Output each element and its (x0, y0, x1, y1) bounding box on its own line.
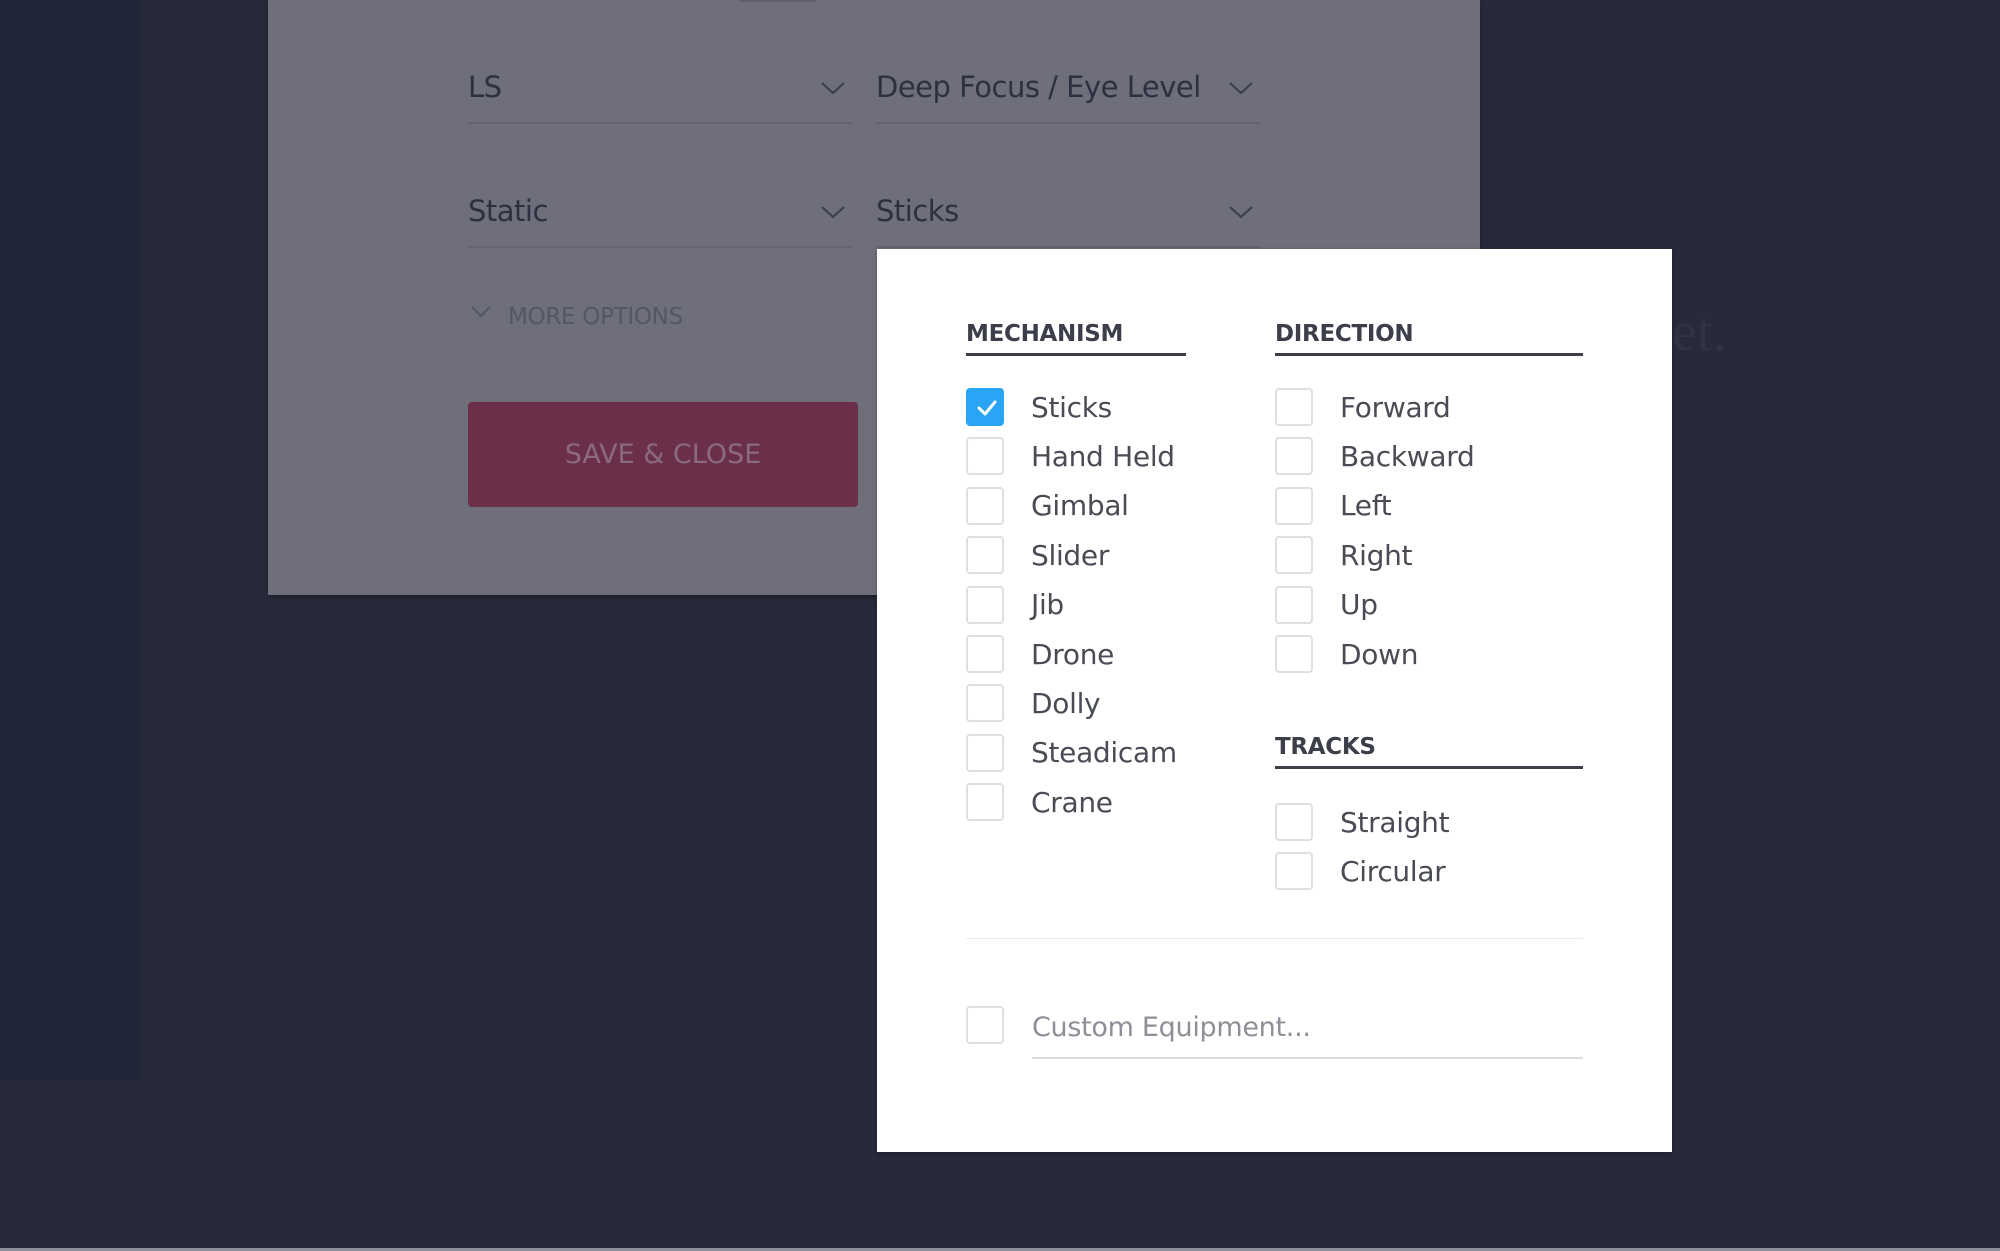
chevron-down-icon (821, 82, 845, 95)
direction-option-left[interactable]: Left (1275, 486, 1392, 526)
option-label: Slider (1031, 538, 1110, 572)
checkbox[interactable] (966, 388, 1004, 426)
checkbox[interactable] (1275, 852, 1313, 891)
checkbox[interactable] (1275, 536, 1313, 575)
checkbox[interactable] (966, 635, 1004, 673)
more-options-toggle[interactable]: MORE OPTIONS (470, 300, 683, 334)
option-label: Steadicam (1031, 736, 1177, 770)
tracks-heading: TRACKS (1275, 734, 1583, 769)
checkbox[interactable] (1275, 486, 1313, 525)
shot-size-value: LS (468, 70, 502, 104)
card-tab-indicator (740, 0, 816, 2)
direction-option-down[interactable]: Down (1275, 634, 1418, 674)
movement-select[interactable]: Static (468, 194, 852, 248)
checkbox[interactable] (1275, 635, 1313, 673)
focus-angle-select[interactable]: Deep Focus / Eye Level (876, 70, 1260, 124)
checkbox[interactable] (1275, 437, 1313, 476)
chevron-down-icon (821, 206, 845, 219)
option-label: Straight (1340, 805, 1450, 839)
option-label: Sticks (1031, 390, 1112, 424)
mechanism-option-sticks[interactable]: Sticks (966, 387, 1112, 427)
tracks-option-circular[interactable]: Circular (1275, 851, 1446, 891)
direction-option-right[interactable]: Right (1275, 535, 1413, 575)
mechanism-option-steadicam[interactable]: Steadicam (966, 733, 1177, 773)
sidebar (0, 0, 140, 1080)
option-label: Forward (1340, 390, 1451, 424)
option-label: Up (1340, 588, 1378, 622)
checkmark-icon (977, 400, 997, 416)
focus-angle-value: Deep Focus / Eye Level (876, 70, 1201, 104)
checkbox[interactable] (966, 486, 1004, 525)
option-label: Down (1340, 637, 1419, 671)
mechanism-option-dolly[interactable]: Dolly (966, 683, 1101, 723)
checkbox[interactable] (966, 684, 1004, 723)
background-text: et. (1672, 301, 1727, 363)
mechanism-option-crane[interactable]: Crane (966, 782, 1113, 822)
divider (966, 938, 1583, 939)
mechanism-option-gimbal[interactable]: Gimbal (966, 486, 1129, 526)
equipment-value: Sticks (876, 194, 959, 228)
equipment-popup: MECHANISM DIRECTION TRACKS Sticks Hand He… (877, 249, 1672, 1152)
mechanism-option-slider[interactable]: Slider (966, 535, 1109, 575)
mechanism-heading: MECHANISM (966, 321, 1186, 356)
mechanism-option-jib[interactable]: Jib (966, 585, 1064, 625)
option-label: Circular (1340, 854, 1446, 888)
mechanism-option-hand-held[interactable]: Hand Held (966, 436, 1175, 476)
equipment-select[interactable]: Sticks (876, 194, 1260, 248)
option-label: Drone (1031, 637, 1115, 671)
direction-option-up[interactable]: Up (1275, 585, 1378, 625)
custom-equipment-input[interactable] (1032, 997, 1583, 1059)
checkbox[interactable] (1275, 388, 1313, 426)
shot-size-select[interactable]: LS (468, 70, 852, 124)
checkbox[interactable] (966, 536, 1004, 575)
checkbox[interactable] (966, 783, 1004, 822)
direction-option-forward[interactable]: Forward (1275, 387, 1451, 427)
option-label: Right (1340, 538, 1413, 572)
option-label: Gimbal (1031, 489, 1129, 523)
option-label: Left (1340, 489, 1392, 523)
direction-option-backward[interactable]: Backward (1275, 436, 1475, 476)
direction-heading: DIRECTION (1275, 321, 1583, 356)
save-and-close-button[interactable]: SAVE & CLOSE (468, 402, 858, 507)
option-label: Crane (1031, 785, 1113, 819)
mechanism-option-drone[interactable]: Drone (966, 634, 1114, 674)
checkbox[interactable] (966, 733, 1004, 772)
more-options-label: MORE OPTIONS (508, 304, 683, 330)
option-label: Backward (1340, 439, 1475, 473)
movement-value: Static (468, 194, 548, 228)
tracks-option-straight[interactable]: Straight (1275, 802, 1450, 842)
chevron-down-icon (1229, 82, 1253, 95)
checkbox[interactable] (966, 437, 1004, 476)
chevron-down-icon (471, 306, 491, 318)
option-label: Hand Held (1031, 439, 1175, 473)
chevron-down-icon (1229, 206, 1253, 219)
checkbox[interactable] (1275, 585, 1313, 624)
option-label: Dolly (1031, 686, 1101, 720)
option-label: Jib (1031, 588, 1064, 622)
custom-equipment-checkbox[interactable] (966, 1006, 1004, 1044)
checkbox[interactable] (966, 585, 1004, 624)
checkbox[interactable] (1275, 803, 1313, 841)
